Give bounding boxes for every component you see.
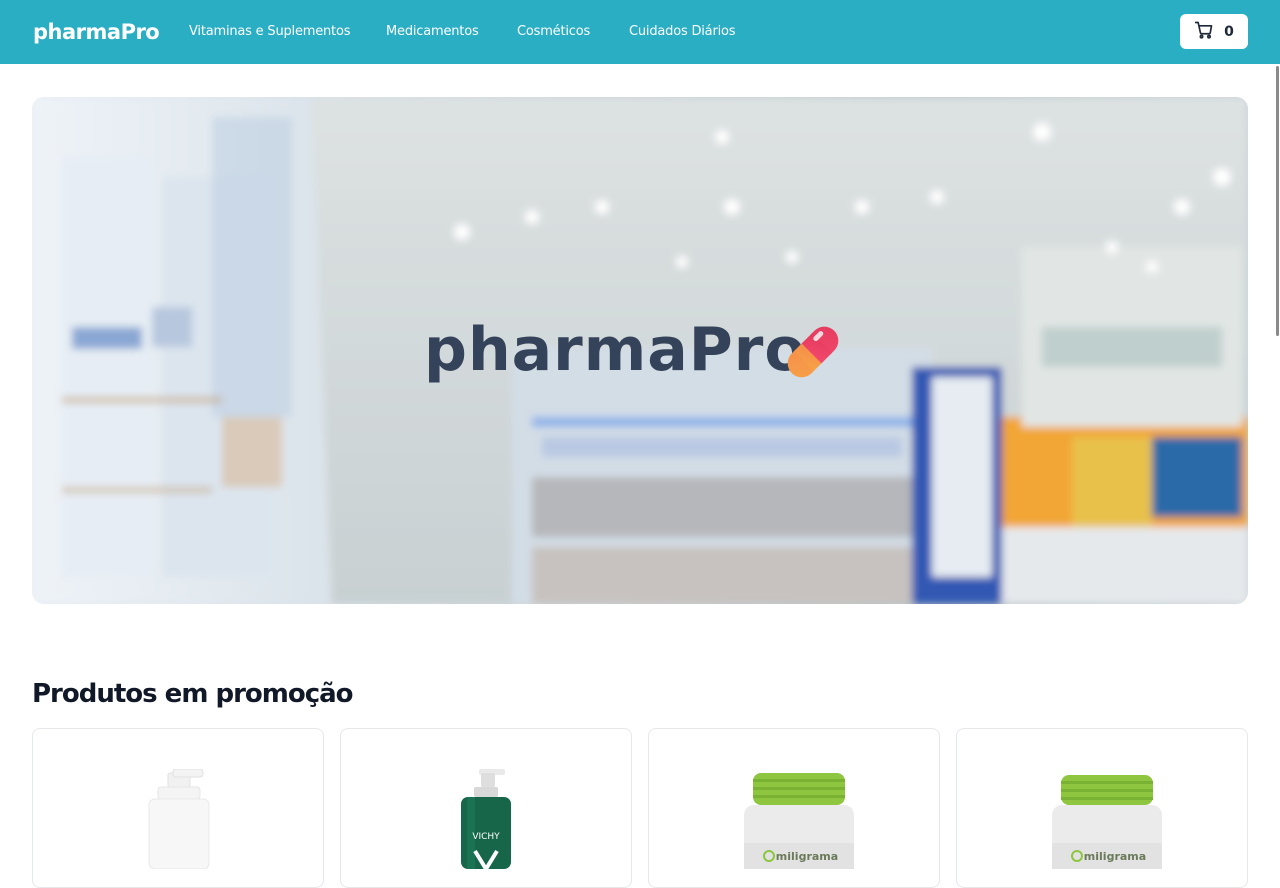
nav-link-vitaminas[interactable]: Vitaminas e Suplementos (189, 23, 350, 41)
top-navbar: pharmaPro Vitaminas e Suplementos Medica… (0, 0, 1280, 64)
cart-count: 0 (1224, 23, 1234, 40)
product-card[interactable]: miligrama (956, 728, 1248, 888)
product-card[interactable] (32, 728, 324, 888)
cart-button[interactable]: 0 (1180, 14, 1248, 49)
nav-link-cuidados-diarios[interactable]: Cuidados Diários (629, 23, 736, 41)
hero-title: pharmaPro (424, 315, 807, 385)
promotions-heading: Produtos em promoção (32, 679, 354, 709)
product-image-miligrama-jar: miligrama (744, 773, 854, 869)
hero-banner: pharmaPro (32, 97, 1248, 604)
product-card[interactable]: miligrama (648, 728, 940, 888)
nav-link-cosmeticos[interactable]: Cosméticos (517, 23, 590, 41)
scrollbar-thumb[interactable] (1276, 66, 1279, 336)
pill-capsule-icon (787, 326, 839, 378)
site-logo[interactable]: pharmaPro (33, 18, 160, 46)
shopping-cart-icon (1194, 20, 1214, 44)
product-brand-miligrama: miligrama (776, 850, 838, 863)
product-image-miligrama-jar: miligrama (1052, 775, 1162, 869)
product-brand-miligrama: miligrama (1084, 850, 1146, 863)
product-image-foam-bottle (148, 769, 210, 869)
product-brand-vichy: VICHY (472, 832, 500, 842)
product-image-vichy-bottle: VICHY (461, 769, 511, 869)
nav-link-medicamentos[interactable]: Medicamentos (386, 23, 479, 41)
product-card[interactable]: VICHY (340, 728, 632, 888)
